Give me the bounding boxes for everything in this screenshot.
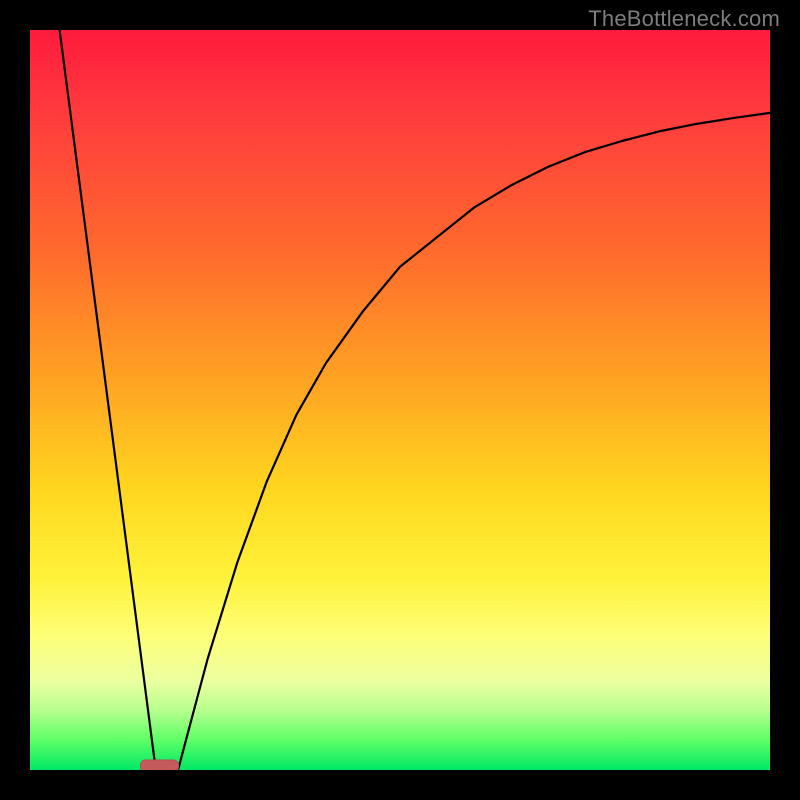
- chart-frame: TheBottleneck.com: [0, 0, 800, 800]
- watermark-text: TheBottleneck.com: [588, 6, 780, 32]
- curve-right-curve: [178, 113, 770, 770]
- curve-layer: [30, 30, 770, 770]
- valley-marker: [141, 760, 179, 770]
- plot-area: [30, 30, 770, 770]
- curve-left-segment: [60, 30, 156, 770]
